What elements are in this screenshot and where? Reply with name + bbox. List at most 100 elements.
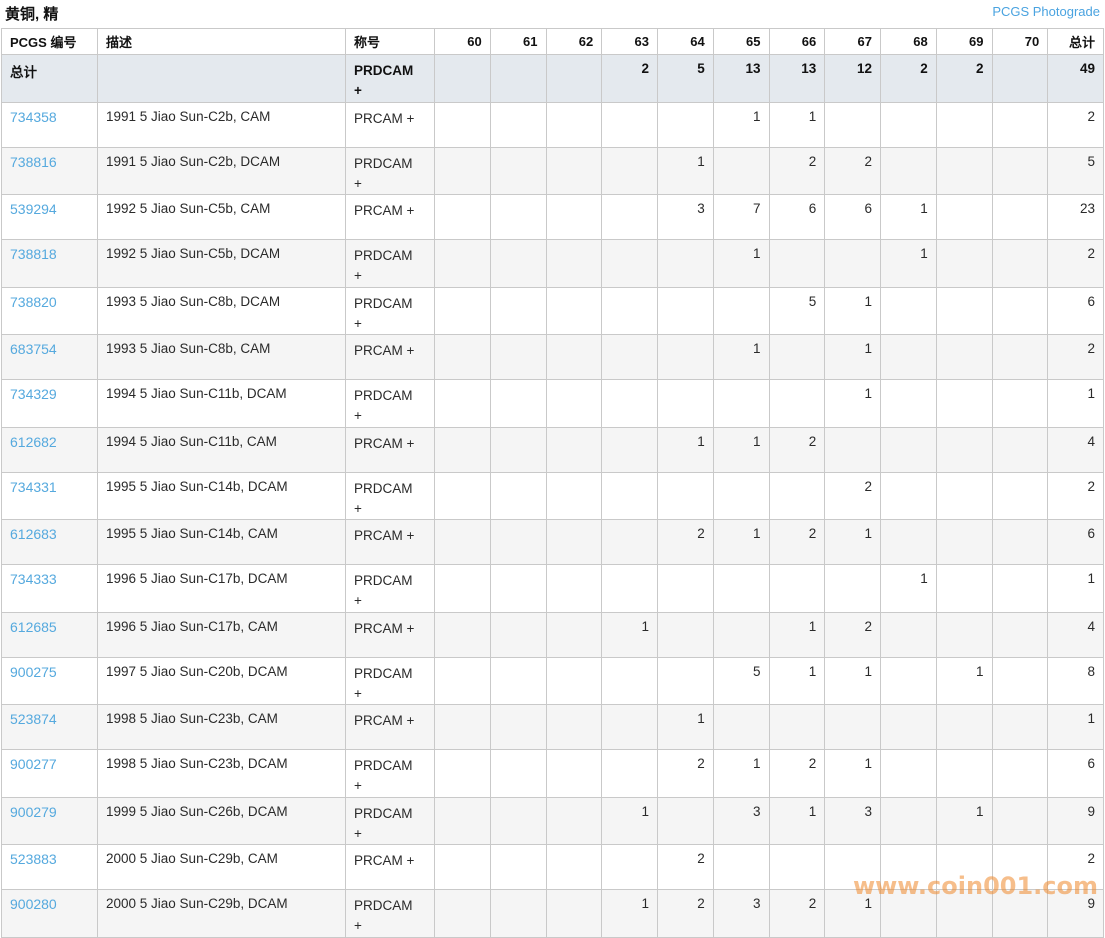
grade-count-cell — [490, 565, 546, 613]
description-cell: 1999 5 Jiao Sun-C26b, DCAM — [98, 797, 346, 845]
designation-value: PRCAM + — [354, 711, 418, 731]
table-row: 5392941992 5 Jiao Sun-C5b, CAMPRCAM +376… — [2, 195, 1104, 240]
grade-count-cell — [546, 797, 602, 845]
pcgs-number-cell: 900275 — [2, 657, 98, 705]
totals-designation-cell: PRDCAM + — [346, 55, 435, 103]
pcgs-number-cell: 683754 — [2, 335, 98, 380]
designation-cell: PRCAM + — [346, 612, 435, 657]
grade-count-cell: 1 — [825, 520, 881, 565]
grade-count-cell: 1 — [825, 890, 881, 938]
grade-count-cell — [992, 565, 1048, 613]
designation-cell: PRDCAM + — [346, 380, 435, 428]
totals-grade-cell: 13 — [713, 55, 769, 103]
row-total-cell: 2 — [1048, 335, 1104, 380]
grade-count-cell — [546, 287, 602, 335]
description-cell: 1993 5 Jiao Sun-C8b, DCAM — [98, 287, 346, 335]
table-row: 9002751997 5 Jiao Sun-C20b, DCAMPRDCAM +… — [2, 657, 1104, 705]
grade-count-cell — [658, 657, 714, 705]
grade-count-cell: 2 — [658, 750, 714, 798]
pcgs-number-cell: 900279 — [2, 797, 98, 845]
pcgs-number-cell: 738820 — [2, 287, 98, 335]
grade-count-cell: 2 — [769, 147, 825, 195]
grade-count-cell — [992, 657, 1048, 705]
row-total-cell: 6 — [1048, 520, 1104, 565]
pcgs-number-link[interactable]: 612685 — [10, 619, 57, 635]
totals-grade-cell: 12 — [825, 55, 881, 103]
pcgs-number-link[interactable]: 612682 — [10, 434, 57, 450]
grade-count-cell — [435, 845, 491, 890]
description-cell: 1992 5 Jiao Sun-C5b, DCAM — [98, 240, 346, 288]
grade-count-cell: 6 — [769, 195, 825, 240]
column-header-grade-63: 63 — [602, 29, 658, 55]
pcgs-number-link[interactable]: 900275 — [10, 664, 57, 680]
description-cell: 1998 5 Jiao Sun-C23b, CAM — [98, 705, 346, 750]
column-header-pcgs-number: PCGS 编号 — [2, 29, 98, 55]
pcgs-number-link[interactable]: 539294 — [10, 201, 57, 217]
grade-count-cell — [881, 287, 937, 335]
totals-label: 总计 — [2, 55, 98, 103]
designation-cell: PRDCAM + — [346, 565, 435, 613]
pcgs-number-link[interactable]: 738816 — [10, 154, 57, 170]
grade-count-cell — [992, 520, 1048, 565]
column-header-grade-69: 69 — [936, 29, 992, 55]
designation-cell: PRCAM + — [346, 705, 435, 750]
row-total-cell: 4 — [1048, 427, 1104, 472]
pcgs-number-cell: 734329 — [2, 380, 98, 428]
table-row: 6126821994 5 Jiao Sun-C11b, CAMPRCAM +11… — [2, 427, 1104, 472]
grade-count-cell — [602, 287, 658, 335]
table-row: 6126851996 5 Jiao Sun-C17b, CAMPRCAM +11… — [2, 612, 1104, 657]
grade-count-cell — [658, 335, 714, 380]
grade-count-cell — [881, 612, 937, 657]
grade-count-cell — [992, 380, 1048, 428]
grade-count-cell — [602, 147, 658, 195]
column-header-grade-67: 67 — [825, 29, 881, 55]
designation-cell: PRDCAM + — [346, 147, 435, 195]
pcgs-number-link[interactable]: 900280 — [10, 896, 57, 912]
designation-cell: PRDCAM + — [346, 240, 435, 288]
designation-cell: PRDCAM + — [346, 797, 435, 845]
grade-count-cell — [435, 427, 491, 472]
pcgs-number-link[interactable]: 734329 — [10, 386, 57, 402]
pcgs-number-link[interactable]: 734333 — [10, 571, 57, 587]
row-total-cell: 9 — [1048, 797, 1104, 845]
pcgs-photograde-link[interactable]: PCGS Photograde — [992, 4, 1100, 19]
designation-value: PRCAM + — [354, 201, 418, 221]
designation-value: PRDCAM + — [354, 386, 418, 427]
grade-count-cell — [936, 195, 992, 240]
grade-count-cell — [602, 705, 658, 750]
grade-count-cell — [435, 520, 491, 565]
pcgs-number-link[interactable]: 683754 — [10, 341, 57, 357]
pcgs-number-cell: 539294 — [2, 195, 98, 240]
pcgs-number-link[interactable]: 523883 — [10, 851, 57, 867]
grade-count-cell — [992, 705, 1048, 750]
header-row: PCGS 编号 描述 称号 60 61 62 63 64 65 66 67 68… — [2, 29, 1104, 55]
pcgs-number-link[interactable]: 523874 — [10, 711, 57, 727]
grade-count-cell — [992, 845, 1048, 890]
totals-grade-cell: 5 — [658, 55, 714, 103]
grade-count-cell — [602, 750, 658, 798]
pcgs-number-link[interactable]: 734331 — [10, 479, 57, 495]
grade-count-cell — [490, 657, 546, 705]
table-row: 6126831995 5 Jiao Sun-C14b, CAMPRCAM +21… — [2, 520, 1104, 565]
grade-count-cell: 2 — [825, 147, 881, 195]
table-row: 7343311995 5 Jiao Sun-C14b, DCAMPRDCAM +… — [2, 472, 1104, 520]
column-header-grade-70: 70 — [992, 29, 1048, 55]
description-cell: 1996 5 Jiao Sun-C17b, CAM — [98, 612, 346, 657]
grade-count-cell — [881, 750, 937, 798]
pcgs-number-link[interactable]: 900279 — [10, 804, 57, 820]
grade-count-cell — [992, 890, 1048, 938]
grade-count-cell — [435, 240, 491, 288]
grade-count-cell — [546, 612, 602, 657]
pcgs-number-cell: 900277 — [2, 750, 98, 798]
pcgs-number-link[interactable]: 612683 — [10, 526, 57, 542]
pcgs-number-link[interactable]: 738820 — [10, 294, 57, 310]
grade-count-cell — [992, 287, 1048, 335]
pcgs-number-link[interactable]: 738818 — [10, 246, 57, 262]
grade-count-cell — [435, 657, 491, 705]
grade-count-cell — [713, 565, 769, 613]
pcgs-number-link[interactable]: 900277 — [10, 756, 57, 772]
row-total-cell: 9 — [1048, 890, 1104, 938]
pcgs-number-link[interactable]: 734358 — [10, 109, 57, 125]
table-row: 7388201993 5 Jiao Sun-C8b, DCAMPRDCAM +5… — [2, 287, 1104, 335]
designation-value: PRDCAM + — [354, 571, 418, 612]
